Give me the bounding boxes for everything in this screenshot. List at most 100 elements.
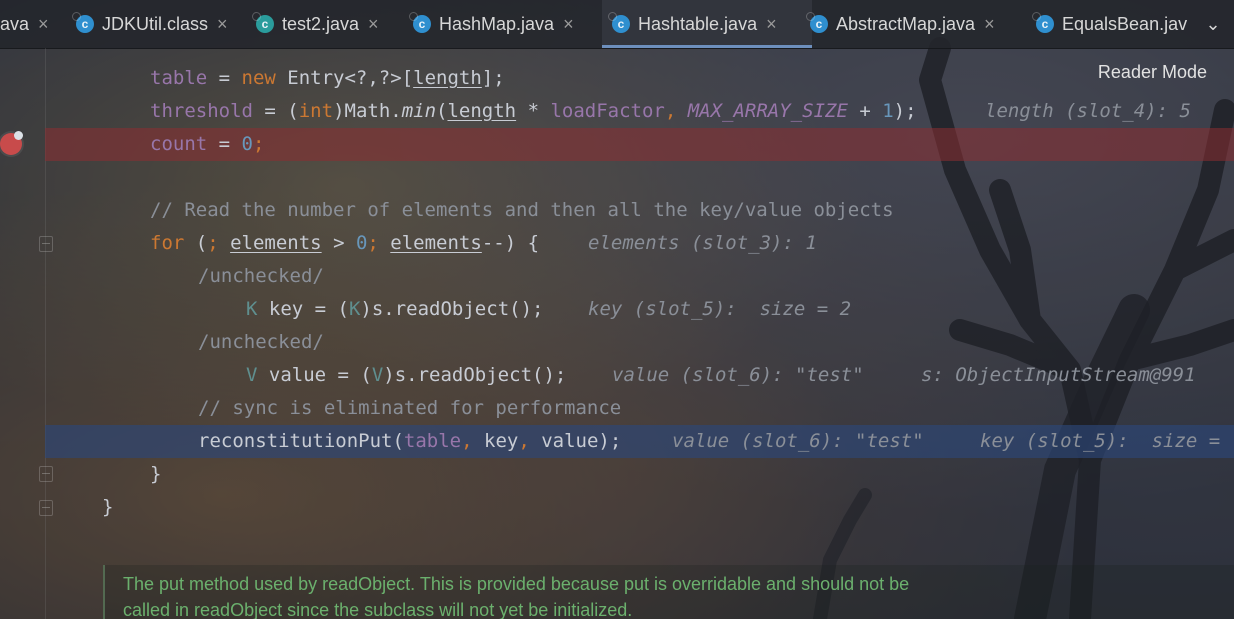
- debug-inlay-hint: length (slot_4): 5: [985, 100, 1191, 122]
- code-comment[interactable]: // sync is eliminated for performance: [198, 392, 621, 425]
- operator: =: [207, 133, 242, 155]
- current-execution-line: reconstitutionPut(table, key, value); va…: [0, 425, 1234, 458]
- editor-tabs: ava × c JDKUtil.class × c test2.java × c…: [0, 0, 1234, 49]
- tab-label: test2.java: [282, 13, 360, 34]
- constant-max-array-size: MAX_ARRAY_SIZE: [687, 100, 848, 122]
- number-literal: 0: [355, 232, 368, 254]
- field-count: count: [150, 133, 208, 155]
- java-file-icon: c: [806, 12, 828, 33]
- java-file-icon: c: [409, 12, 431, 33]
- punctuation: (: [287, 100, 299, 122]
- type-param-v: V: [371, 364, 384, 386]
- tab-label: HashMap.java: [439, 13, 555, 34]
- punctuation: ];: [481, 67, 505, 89]
- operator: =: [207, 67, 242, 89]
- code-text[interactable]: for (; elements > 0; elements--) {: [150, 227, 539, 260]
- code-text[interactable]: count = 0;: [150, 128, 264, 161]
- debug-inlay-hint: value (slot_6): "test": [672, 430, 924, 452]
- field-table: table: [150, 67, 208, 89]
- punctuation: ;: [207, 232, 231, 254]
- close-icon[interactable]: ×: [563, 14, 574, 35]
- code-line: table = new Entry<?,?>[length];: [0, 62, 1234, 95]
- chevron-down-icon[interactable]: ⌄: [1200, 0, 1226, 48]
- operator: =: [252, 100, 288, 122]
- debug-inlay-hint: value (slot_6): "test": [612, 364, 864, 386]
- code-line: // sync is eliminated for performance: [0, 392, 1234, 425]
- code-line: for (; elements > 0; elements--) { eleme…: [0, 227, 1234, 260]
- field-table: table: [403, 430, 462, 452]
- punctuation: ,: [664, 100, 688, 122]
- code-line: // Read the number of elements and then …: [0, 194, 1234, 227]
- doc-comment-text: The put method used by readObject. This …: [123, 571, 1123, 619]
- method-call: )Math.: [333, 100, 402, 122]
- declaration: key = (: [257, 298, 349, 320]
- code-comment[interactable]: // Read the number of elements and then …: [150, 194, 894, 227]
- punctuation: --) {: [481, 232, 540, 254]
- variable-key: key: [484, 430, 519, 452]
- operator: +: [847, 100, 883, 122]
- tab-hashmap-java[interactable]: c HashMap.java ×: [409, 0, 593, 48]
- debug-inlay-hint: elements (slot_3): 1: [588, 232, 817, 254]
- punctuation: (: [184, 232, 208, 254]
- code-comment[interactable]: /unchecked/: [198, 326, 324, 359]
- method-call: reconstitutionPut(: [198, 430, 404, 452]
- doc-comment-line: called in readObject since the subclass …: [123, 600, 633, 619]
- code-comment[interactable]: /unchecked/: [198, 260, 324, 293]
- class-file-icon: c: [72, 12, 94, 33]
- ide-window: ava × c JDKUtil.class × c test2.java × c…: [0, 0, 1234, 619]
- close-icon[interactable]: ×: [38, 14, 49, 35]
- type-expression: Entry<?,?>[: [275, 67, 414, 89]
- keyword: int: [298, 100, 334, 122]
- tab-test2-java[interactable]: c test2.java ×: [252, 0, 400, 48]
- doc-comment-line: The put method used by readObject. This …: [123, 574, 910, 594]
- active-tab-indicator: [602, 45, 812, 48]
- debug-inlay-hint: key (slot_5): size = 2: [588, 298, 852, 320]
- punctuation: ,: [461, 430, 484, 452]
- tab-hashtable-java[interactable]: c Hashtable.java ×: [602, 0, 812, 48]
- java-test-file-icon: c: [252, 12, 274, 33]
- variable-elements: elements: [390, 232, 482, 254]
- declaration: value = (: [257, 364, 372, 386]
- tab-abstractmap-java[interactable]: c AbstractMap.java ×: [806, 0, 1025, 48]
- rendered-doc-comment: The put method used by readObject. This …: [103, 565, 1234, 619]
- close-icon[interactable]: ×: [217, 14, 228, 35]
- tab-label: ava: [0, 13, 30, 34]
- number-literal: 0: [241, 133, 253, 155]
- close-icon[interactable]: ×: [368, 14, 379, 35]
- code-text[interactable]: V value = (V)s.readObject();: [246, 359, 566, 392]
- operator: *: [516, 100, 551, 122]
- java-file-icon: c: [1032, 12, 1054, 33]
- punctuation: ,: [518, 430, 542, 452]
- code-line: }: [0, 491, 1234, 524]
- code-line: /unchecked/: [0, 260, 1234, 293]
- code-text[interactable]: reconstitutionPut(table, key, value);: [198, 425, 621, 458]
- punctuation: (: [436, 100, 448, 122]
- code-text[interactable]: K key = (K)s.readObject();: [246, 293, 543, 326]
- tab-label: AbstractMap.java: [836, 13, 976, 34]
- punctuation: );: [598, 430, 622, 452]
- code-text[interactable]: }: [150, 458, 161, 491]
- punctuation: );: [893, 100, 917, 122]
- code-text[interactable]: table = new Entry<?,?>[length];: [150, 62, 505, 95]
- code-text[interactable]: threshold = (int)Math.min(length * loadF…: [150, 95, 917, 128]
- method-min: min: [401, 100, 437, 122]
- keyword: for: [150, 232, 185, 254]
- punctuation: ;: [252, 133, 265, 155]
- close-icon[interactable]: ×: [984, 14, 995, 35]
- tab-label: Hashtable.java: [638, 13, 758, 34]
- close-icon[interactable]: ×: [766, 14, 777, 35]
- code-line: }: [0, 458, 1234, 491]
- code-line: V value = (V)s.readObject(); value (slot…: [0, 359, 1234, 392]
- method-call: )s.readObject();: [360, 298, 544, 320]
- type-param-k: K: [246, 298, 258, 320]
- tab-partial-java[interactable]: ava ×: [0, 0, 62, 48]
- type-param-v: V: [246, 364, 258, 386]
- tab-equalsbean-java[interactable]: c EqualsBean.jav: [1032, 0, 1198, 48]
- tab-label: JDKUtil.class: [102, 13, 209, 34]
- code-text[interactable]: }: [102, 491, 113, 524]
- field-loadfactor: loadFactor: [550, 100, 665, 122]
- variable-elements: elements: [230, 232, 322, 254]
- tab-jdkutil-class[interactable]: c JDKUtil.class ×: [72, 0, 241, 48]
- variable-length: length: [447, 100, 517, 122]
- variable-length: length: [413, 67, 482, 89]
